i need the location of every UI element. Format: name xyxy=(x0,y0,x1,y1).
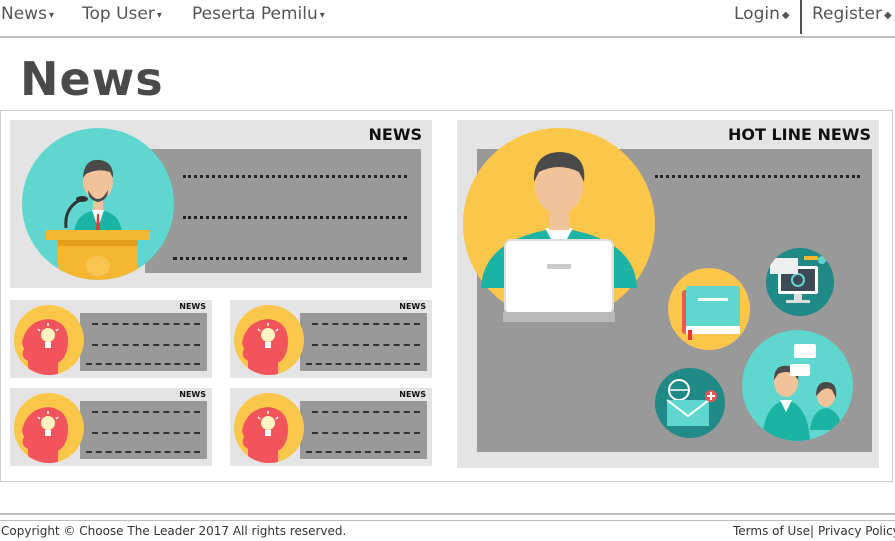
text-placeholder-line xyxy=(312,411,420,413)
page-title: News xyxy=(20,52,164,106)
register-label: Register xyxy=(812,4,882,24)
privacy-link[interactable]: Privacy Policy xyxy=(818,524,895,538)
small-news-card[interactable]: NEWS xyxy=(230,388,432,466)
diamond-icon: ◆ xyxy=(781,10,790,21)
footer-divider xyxy=(0,513,895,515)
main-news-card[interactable]: NEWS xyxy=(10,120,432,288)
footer-separator: | xyxy=(810,524,815,538)
text-placeholder-line xyxy=(312,344,420,346)
small-news-card[interactable]: NEWS xyxy=(10,300,212,378)
small-news-card[interactable]: NEWS xyxy=(10,388,212,466)
diamond-icon: ◆ xyxy=(884,10,892,21)
login-link[interactable]: Login ◆ xyxy=(734,4,790,24)
login-label: Login xyxy=(734,4,780,24)
small-news-card[interactable]: NEWS xyxy=(230,300,432,378)
text-placeholder-line xyxy=(92,323,200,325)
nav-peserta-pemilu[interactable]: Peserta Pemilu ▾ xyxy=(192,4,325,24)
idea-head-icon xyxy=(14,393,84,463)
top-navigation: News ▾ Top User ▾ Peserta Pemilu ▾ Login ◆ R… xyxy=(0,0,895,38)
text-placeholder-line xyxy=(173,257,407,260)
text-placeholder-line xyxy=(86,363,200,365)
nav-divider xyxy=(800,0,802,34)
small-news-label: NEWS xyxy=(179,302,206,311)
small-news-label: NEWS xyxy=(399,390,426,399)
small-news-label: NEWS xyxy=(399,302,426,311)
small-news-text-box xyxy=(80,401,207,459)
main-news-text-box xyxy=(145,149,421,273)
chevron-down-icon: ▾ xyxy=(48,10,54,21)
email-icon xyxy=(655,368,725,438)
idea-head-icon xyxy=(14,305,84,375)
text-placeholder-line xyxy=(655,175,860,178)
terms-link[interactable]: Terms of Use xyxy=(733,524,810,538)
text-placeholder-line xyxy=(306,451,420,453)
chevron-down-icon: ▾ xyxy=(319,10,325,21)
text-placeholder-line xyxy=(86,451,200,453)
idea-head-icon xyxy=(234,393,304,463)
idea-head-icon xyxy=(234,305,304,375)
small-news-label: NEWS xyxy=(179,390,206,399)
main-news-label: NEWS xyxy=(368,125,423,144)
text-placeholder-line xyxy=(312,323,420,325)
text-placeholder-line xyxy=(306,363,420,365)
text-placeholder-line xyxy=(312,432,420,434)
people-chat-icon xyxy=(742,330,853,441)
nav-news[interactable]: News ▾ xyxy=(1,4,54,24)
text-placeholder-line xyxy=(92,411,200,413)
person-laptop-illustration xyxy=(463,128,655,322)
computer-icon xyxy=(766,248,834,316)
hotline-news-label: HOT LINE NEWS xyxy=(727,125,871,144)
nav-peserta-pemilu-label: Peserta Pemilu xyxy=(192,4,318,24)
text-placeholder-line xyxy=(183,216,407,219)
text-placeholder-line xyxy=(183,175,407,178)
hotline-news-card[interactable]: HOT LINE NEWS xyxy=(457,120,879,468)
text-placeholder-line xyxy=(92,344,200,346)
nav-top-user-label: Top User xyxy=(82,4,155,24)
footer-divider xyxy=(0,520,895,521)
nav-news-label: News xyxy=(1,4,47,24)
small-news-text-box xyxy=(80,313,207,371)
text-placeholder-line xyxy=(92,432,200,434)
small-news-text-box xyxy=(300,401,427,459)
small-news-text-box xyxy=(300,313,427,371)
chevron-down-icon: ▾ xyxy=(156,10,162,21)
nav-top-user[interactable]: Top User ▾ xyxy=(82,4,162,24)
copyright-text: Copyright © Choose The Leader 2017 All r… xyxy=(1,524,347,538)
speaker-illustration xyxy=(22,128,174,280)
book-icon xyxy=(668,268,750,350)
register-link[interactable]: Register ◆ xyxy=(812,4,892,24)
